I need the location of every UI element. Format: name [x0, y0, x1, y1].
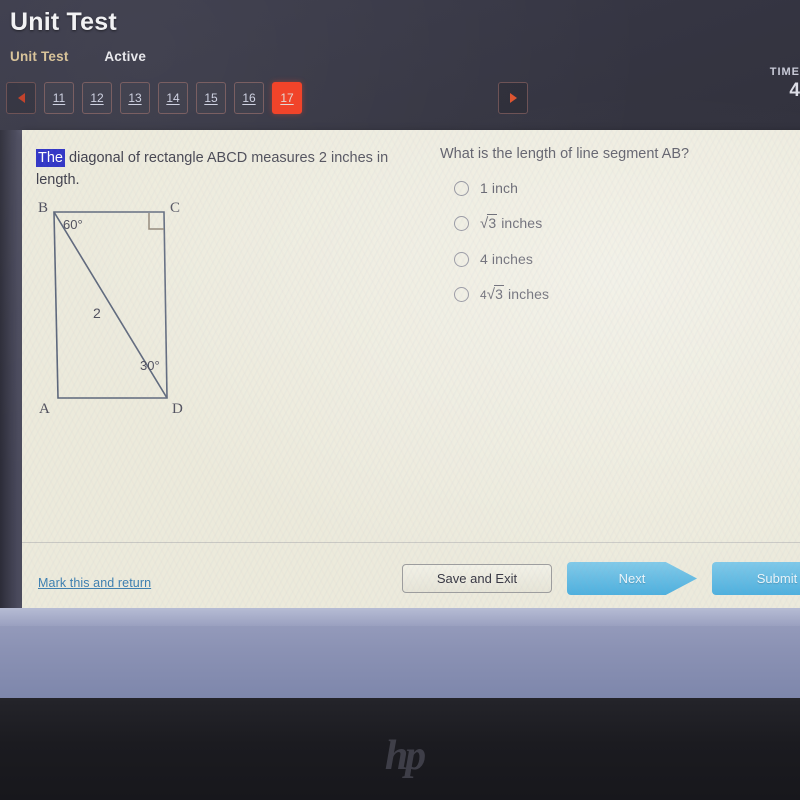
pager-page-14[interactable]: 14: [158, 82, 188, 114]
selected-word-highlight: The: [36, 149, 65, 167]
timer: TIME 4: [764, 66, 800, 102]
pager-page-16[interactable]: 16: [234, 82, 264, 114]
test-header: Unit Test Unit Test Active 11 12 13 14 1…: [0, 0, 800, 126]
answer-option-c-label: 4 inches: [480, 251, 533, 267]
answer-option-b-label: √3 inches: [480, 214, 543, 232]
answer-option-b[interactable]: √3 inches: [454, 214, 780, 232]
answer-column: What is the length of line segment AB? 1…: [440, 146, 780, 322]
timer-label: TIME: [769, 66, 800, 78]
card-footer: Mark this and return Save and Exit Next …: [22, 543, 800, 608]
pager-page-12[interactable]: 12: [82, 82, 112, 114]
page-title: Unit Test: [10, 8, 117, 36]
timer-value: 4: [789, 80, 800, 101]
vertex-label-d: D: [172, 401, 183, 417]
triangle-right-icon: [509, 93, 517, 103]
pager-page-11[interactable]: 11: [44, 82, 74, 114]
mark-this-and-return-link[interactable]: Mark this and return: [38, 576, 151, 590]
breadcrumb: Unit Test Active: [10, 49, 146, 64]
angle-label-30: 30°: [140, 358, 160, 373]
next-button[interactable]: Next: [567, 562, 697, 595]
triangle-left-icon: [17, 93, 25, 103]
vertex-label-c: C: [170, 200, 180, 216]
save-and-exit-button[interactable]: Save and Exit: [402, 564, 552, 593]
pager-prev-button[interactable]: [6, 82, 36, 114]
status-badge: Active: [104, 49, 147, 64]
angle-label-60: 60°: [63, 217, 83, 232]
laptop-bezel-upper: [0, 608, 800, 700]
radio-button-icon[interactable]: [454, 216, 469, 231]
answer-option-d-label: 4√3 inches: [480, 285, 550, 303]
photo-of-laptop-screen: Unit Test Unit Test Active 11 12 13 14 1…: [0, 0, 800, 800]
submit-button[interactable]: Submit: [712, 562, 800, 595]
question-prompt: What is the length of line segment AB?: [440, 146, 690, 162]
radio-button-icon[interactable]: [454, 287, 469, 302]
pager-next-button[interactable]: [498, 82, 528, 114]
breadcrumb-unit-label: Unit Test: [10, 49, 69, 64]
radio-button-icon[interactable]: [454, 180, 469, 196]
pager-page-17-current[interactable]: 17: [272, 82, 302, 114]
answer-option-c[interactable]: 4 inches: [454, 251, 780, 267]
card-left-shadow: [0, 130, 22, 608]
rectangle-abcd-svg: B C A D 60° 30° 2: [38, 200, 183, 417]
question-stem: The diagonal of rectangle ABCD measures …: [36, 148, 426, 192]
pager-next-wrapper[interactable]: [498, 82, 528, 114]
geometry-figure: B C A D 60° 30° 2: [36, 200, 236, 430]
diagonal-length-label: 2: [93, 305, 101, 321]
vertex-label-b: B: [38, 200, 48, 216]
radio-button-icon[interactable]: [454, 251, 469, 267]
browser-screen: Unit Test Unit Test Active 11 12 13 14 1…: [0, 0, 800, 628]
vertex-label-a: A: [39, 401, 50, 417]
answer-option-a-label: 1 inch: [480, 180, 518, 196]
right-angle-marker: [148, 213, 164, 230]
pager-page-13[interactable]: 13: [120, 82, 150, 114]
question-pager[interactable]: 11 12 13 14 15 16 17: [6, 82, 302, 114]
question-card: The diagonal of rectangle ABCD measures …: [22, 130, 800, 608]
question-stem-rest: diagonal of rectangle ABCD measures 2 in…: [36, 150, 389, 188]
pager-page-15[interactable]: 15: [196, 82, 226, 114]
question-stem-column: The diagonal of rectangle ABCD measures …: [36, 148, 426, 192]
hp-logo: hp: [384, 733, 426, 779]
answer-option-d[interactable]: 4√3 inches: [454, 285, 780, 303]
answer-option-a[interactable]: 1 inch: [454, 180, 780, 196]
